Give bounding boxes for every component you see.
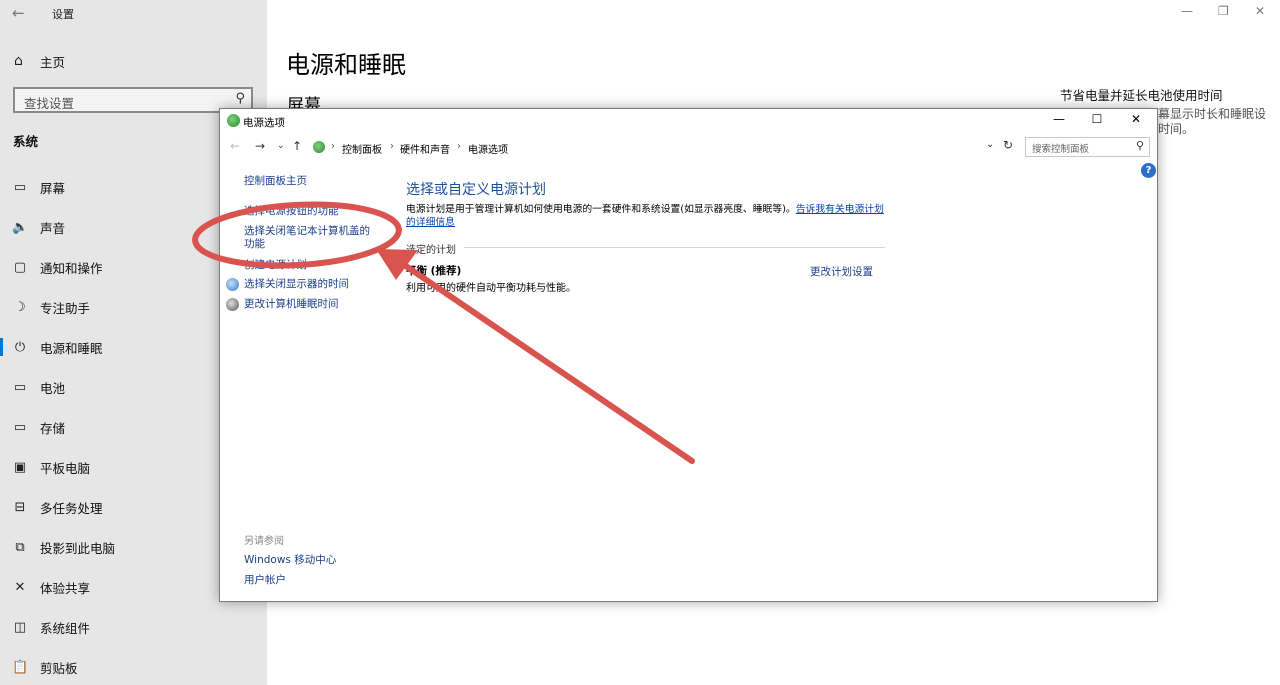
search-icon: ⚲ xyxy=(235,91,245,106)
settings-window-title: 设置 xyxy=(52,8,74,21)
main-description: 电源计划是用于管理计算机如何使用电源的一套硬件和系统设置(如显示器亮度、睡眠等)… xyxy=(406,203,886,229)
breadcrumb-hardware-sound[interactable]: 硬件和声音 xyxy=(400,141,450,156)
help-icon[interactable]: ? xyxy=(1141,163,1156,178)
dialog-title: 电源选项 xyxy=(243,117,285,129)
control-panel-search-input[interactable]: 搜索控制面板 ⚲ xyxy=(1025,137,1150,157)
plan-description: 利用可用的硬件自动平衡功耗与性能。 xyxy=(406,283,576,294)
chevron-down-icon[interactable]: ⌄ xyxy=(277,141,285,151)
address-bar[interactable]: › 控制面板 › 硬件和声音 › 电源选项 xyxy=(306,136,1002,158)
sidebar-item-label: 投影到此电脑 xyxy=(40,540,116,556)
page-title: 电源和睡眠 xyxy=(286,51,406,79)
chevron-right-icon: › xyxy=(390,141,394,152)
tablet-icon: ▣ xyxy=(13,459,27,475)
plan-name-balanced[interactable]: 平衡 (推荐) xyxy=(406,263,461,278)
sidebar-item-components[interactable]: ◫ 系统组件 xyxy=(0,613,267,641)
related-panel-title: 节省电量并延长电池使用时间 xyxy=(1060,88,1223,103)
plans-divider xyxy=(464,247,885,248)
address-dropdown-icon[interactable]: ⌄ xyxy=(986,139,994,150)
control-panel-icon xyxy=(313,141,325,153)
sidebar-item-label: 系统组件 xyxy=(40,620,91,636)
back-arrow-icon[interactable]: ← xyxy=(12,4,25,22)
close-button[interactable]: ✕ xyxy=(1255,4,1265,18)
link-mobility-center[interactable]: Windows 移动中心 xyxy=(244,552,336,567)
related-panel-text: 幕显示时长和睡眠设 时间。 xyxy=(1158,107,1267,136)
sidebar-item-label: 存储 xyxy=(40,420,66,436)
chevron-right-icon: › xyxy=(331,141,335,152)
sidebar-item-label: 专注助手 xyxy=(40,300,91,316)
sidebar-item-label: 通知和操作 xyxy=(40,260,103,276)
section-title: 系统 xyxy=(13,134,39,149)
chevron-right-icon: › xyxy=(457,141,461,152)
search-placeholder: 搜索控制面板 xyxy=(1032,144,1090,155)
components-icon: ◫ xyxy=(13,619,27,635)
sidebar-item-label: 电池 xyxy=(40,380,66,396)
breadcrumb-power-options[interactable]: 电源选项 xyxy=(468,141,508,156)
dialog-close-button[interactable]: ✕ xyxy=(1126,112,1146,126)
notification-icon: ▢ xyxy=(13,259,27,275)
dialog-maximize-button[interactable]: ☐ xyxy=(1087,112,1107,126)
link-display-off-time[interactable]: 选择关闭显示器的时间 xyxy=(244,278,349,291)
main-title: 选择或自定义电源计划 xyxy=(406,182,546,198)
search-icon: ⚲ xyxy=(1135,139,1144,152)
home-icon: ⌂ xyxy=(14,53,23,69)
moon-icon: ☽ xyxy=(14,299,26,315)
sidebar-item-clipboard[interactable]: 📋 剪贴板 xyxy=(0,653,267,681)
link-user-accounts[interactable]: 用户帐户 xyxy=(244,572,286,587)
link-create-power-plan[interactable]: 创建电源计划 xyxy=(244,259,307,272)
monitor-icon: ▭ xyxy=(13,179,27,195)
clipboard-icon: 📋 xyxy=(12,659,29,675)
sleep-icon xyxy=(226,298,239,311)
speaker-icon: 🔈 xyxy=(12,219,29,235)
address-bar-row: ← → ⌄ ↑ › 控制面板 › 硬件和声音 › 电源选项 ⌄ ↻ 搜索控制面板… xyxy=(220,136,1157,158)
active-indicator xyxy=(0,338,3,356)
sidebar-item-label: 剪贴板 xyxy=(40,660,78,676)
multitask-icon: ⊟ xyxy=(14,499,26,515)
description-text: 电源计划是用于管理计算机如何使用电源的一套硬件和系统设置(如显示器亮度、睡眠等)… xyxy=(406,204,796,215)
selected-plans-header: 选定的计划 xyxy=(406,245,456,256)
power-options-window: 电源选项 — ☐ ✕ ← → ⌄ ↑ › 控制面板 › 硬件和声音 › 电源选项… xyxy=(219,108,1158,602)
minimize-button[interactable]: — xyxy=(1181,4,1193,18)
projection-icon: ⧉ xyxy=(15,539,25,555)
change-plan-settings-link[interactable]: 更改计划设置 xyxy=(810,264,873,279)
link-power-button-function[interactable]: 选择电源按钮的功能 xyxy=(244,205,339,218)
settings-search-input[interactable]: 查找设置 ⚲ xyxy=(13,87,253,113)
sidebar-item-label: 平板电脑 xyxy=(40,460,91,476)
home-label: 主页 xyxy=(40,54,66,70)
battery-icon: ▭ xyxy=(13,379,27,395)
home-nav-item[interactable]: ⌂ 主页 xyxy=(14,52,65,70)
forward-arrow-icon[interactable]: → xyxy=(255,139,265,153)
sidebar-item-label: 多任务处理 xyxy=(40,500,103,516)
sidebar-item-label: 电源和睡眠 xyxy=(40,340,103,356)
breadcrumb-control-panel[interactable]: 控制面板 xyxy=(342,141,382,156)
back-arrow-icon[interactable]: ← xyxy=(230,139,240,153)
dialog-titlebar: 电源选项 — ☐ ✕ xyxy=(220,109,1157,133)
link-control-panel-home[interactable]: 控制面板主页 xyxy=(244,175,307,188)
power-icon: ⏻ xyxy=(14,339,26,355)
up-arrow-icon[interactable]: ↑ xyxy=(292,139,302,153)
display-icon xyxy=(226,278,239,291)
link-lid-close-function[interactable]: 选择关闭笔记本计算机盖的功能 xyxy=(244,225,379,251)
sidebar-item-label: 体验共享 xyxy=(40,580,91,596)
power-options-icon xyxy=(227,114,240,127)
link-sleep-time[interactable]: 更改计算机睡眠时间 xyxy=(244,298,339,311)
sidebar-item-label: 声音 xyxy=(40,220,66,236)
refresh-icon[interactable]: ↻ xyxy=(1003,138,1013,152)
see-also-label: 另请参阅 xyxy=(244,536,284,547)
storage-icon: ▭ xyxy=(13,419,27,435)
dialog-minimize-button[interactable]: — xyxy=(1049,112,1069,126)
share-icon: ✕ xyxy=(14,579,26,595)
search-placeholder: 查找设置 xyxy=(24,96,75,111)
maximize-button[interactable]: ❐ xyxy=(1218,4,1229,18)
sidebar-item-label: 屏幕 xyxy=(40,180,66,196)
